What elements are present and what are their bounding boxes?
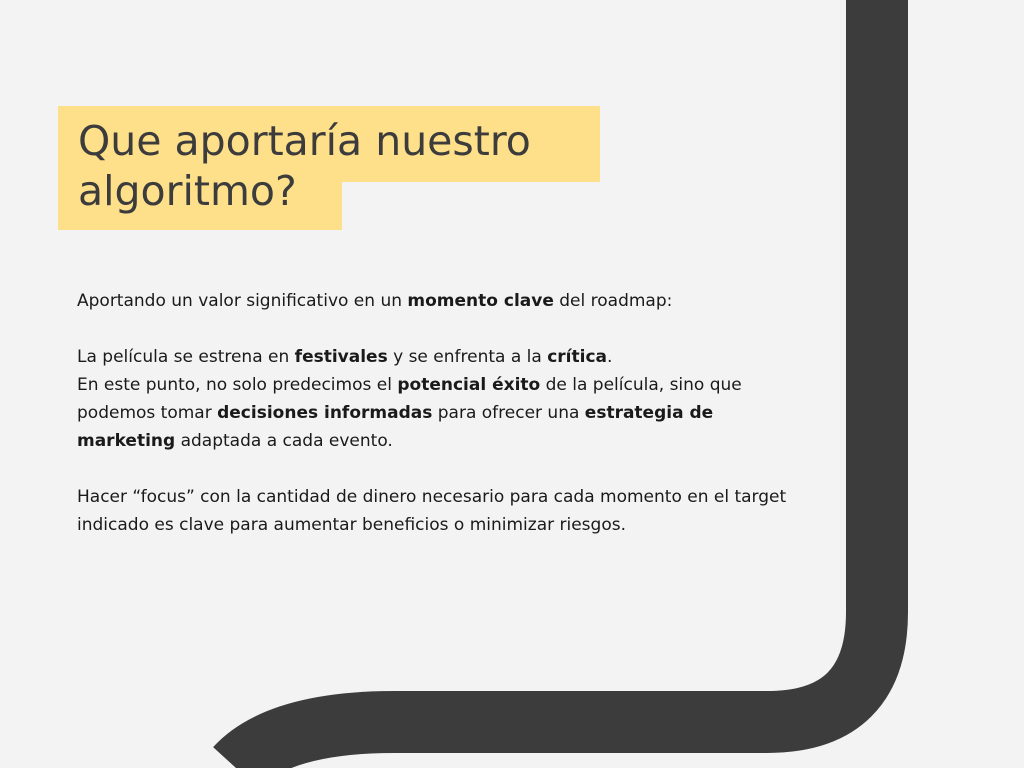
paragraph-prediccion-text-4: adaptada a cada evento.: [175, 431, 393, 451]
paragraph-festivales: La película se estrena en festivales y s…: [77, 343, 797, 371]
emphasis-festivales: festivales: [294, 347, 388, 367]
paragraph-prediccion-text-3: para ofrecer una: [432, 403, 585, 423]
title-line2: algoritmo?: [78, 167, 297, 215]
emphasis-potencial-exito: potencial éxito: [397, 375, 541, 395]
paragraph-roadmap-text-1: Aportando un valor significativo en un: [77, 291, 408, 311]
paragraph-festivales-text-1: La película se estrena en: [77, 347, 295, 367]
emphasis-momento-clave: momento clave: [407, 291, 554, 311]
paragraph-focus: Hacer “focus” con la cantidad de dinero …: [77, 487, 787, 535]
paragraph-roadmap-text-2: del roadmap:: [553, 291, 673, 311]
paragraph-festivales-text-3: .: [607, 347, 613, 367]
paragraph-festivales-text-2: y se enfrenta a la: [387, 347, 548, 367]
emphasis-critica: crítica: [547, 347, 608, 367]
paragraph-roadmap: Aportando un valor significativo en un m…: [77, 287, 797, 315]
title-line1: Que aportaría nuestro: [78, 117, 531, 165]
emphasis-decisiones-informadas: decisiones informadas: [217, 403, 433, 423]
page-title: Que aportaría nuestro algoritmo?: [78, 116, 608, 216]
paragraph-prediccion-text-1: En este punto, no solo predecimos el: [77, 375, 398, 395]
paragraph-prediccion: En este punto, no solo predecimos el pot…: [77, 371, 797, 455]
title-block: Que aportaría nuestro algoritmo?: [58, 106, 618, 236]
body-text: Aportando un valor significativo en un m…: [77, 287, 797, 539]
